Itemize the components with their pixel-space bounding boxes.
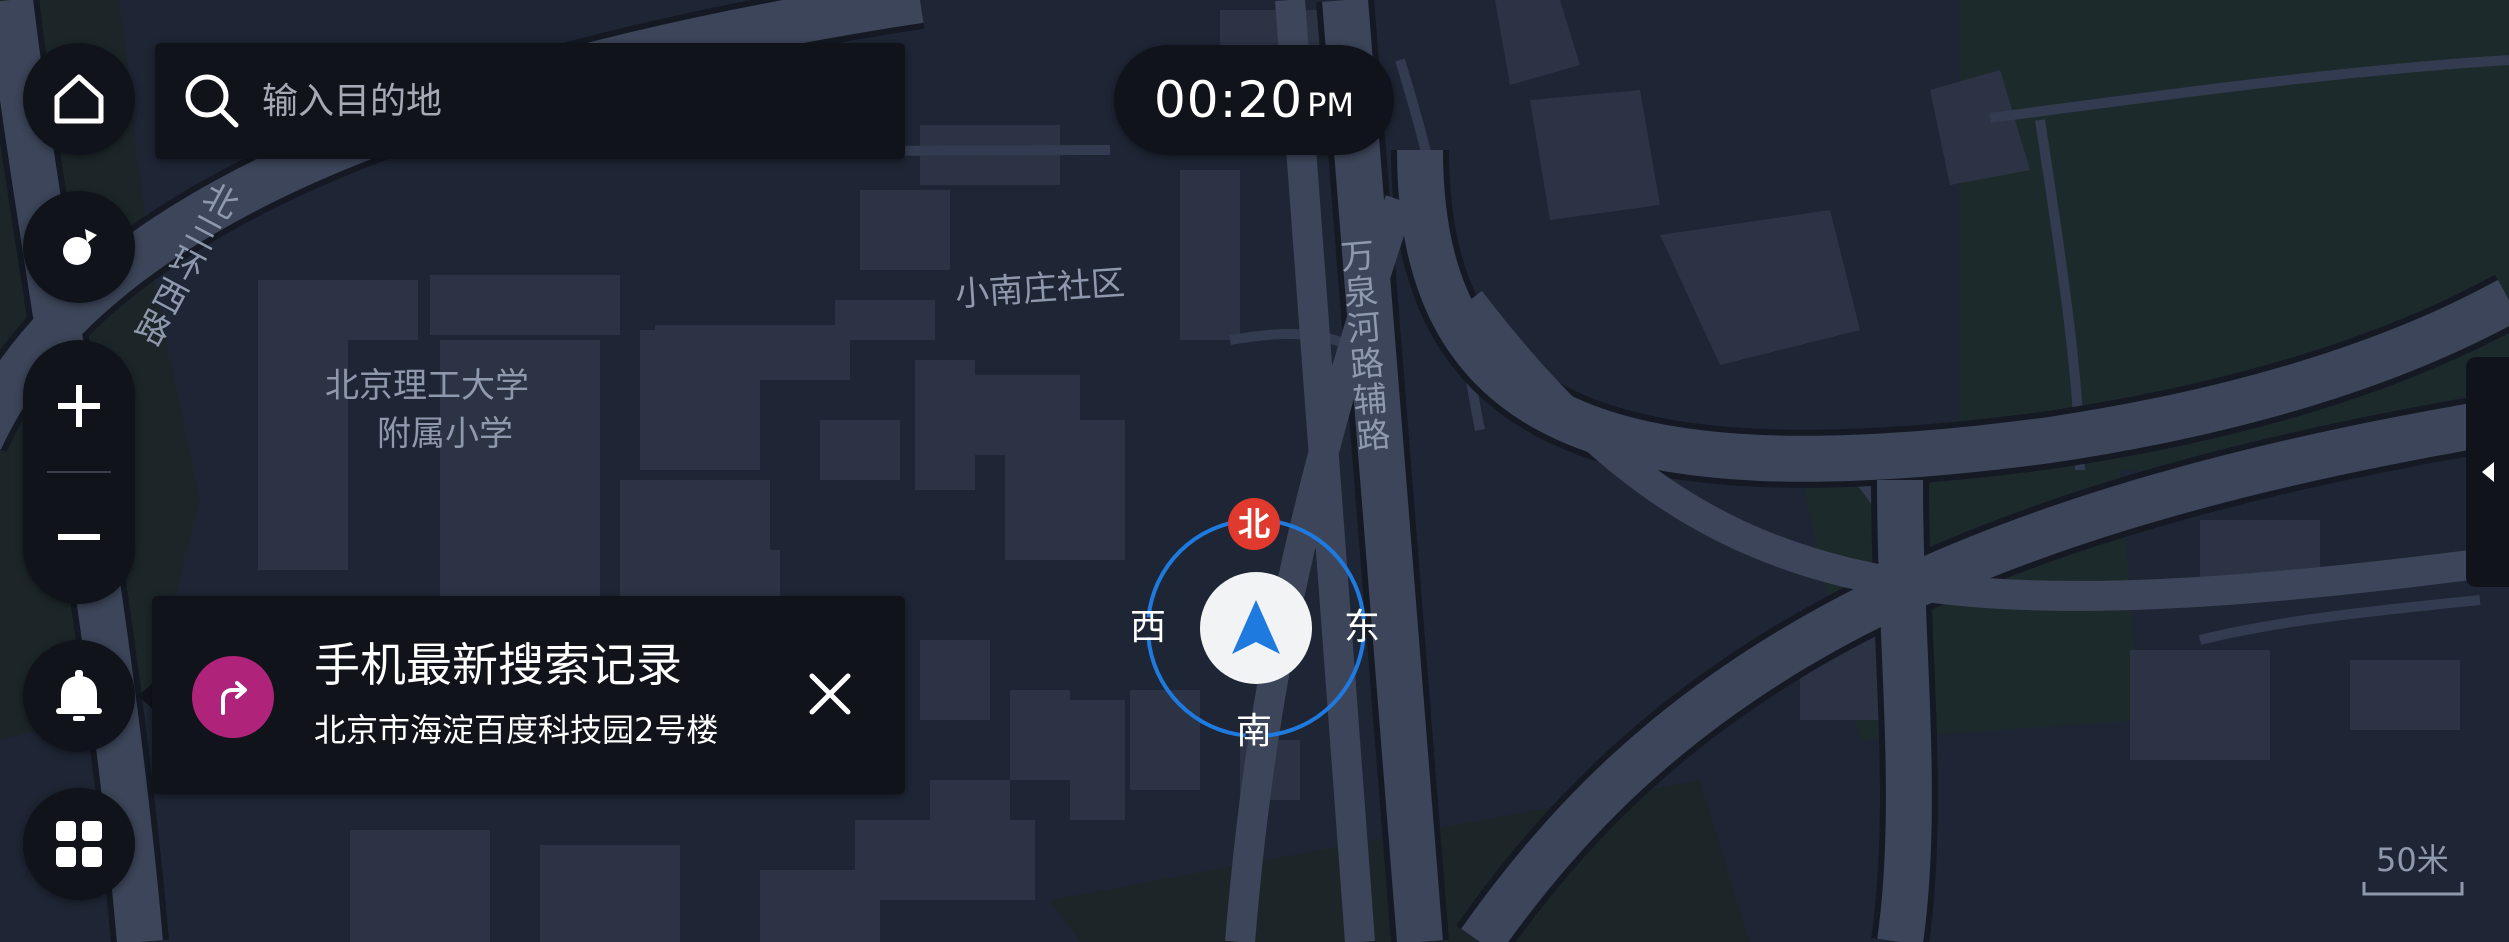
minus-icon xyxy=(58,534,100,540)
triangle-left-icon xyxy=(2481,462,2494,482)
side-panel-toggle[interactable] xyxy=(2466,357,2509,587)
location-button[interactable] xyxy=(23,191,135,303)
home-icon xyxy=(54,74,104,124)
clock-ampm: PM xyxy=(1307,86,1354,124)
scale-bar xyxy=(2362,882,2464,896)
scale-label: 50米 xyxy=(2376,841,2449,879)
compass-south: 南 xyxy=(1236,711,1273,752)
zoom-in-button[interactable] xyxy=(23,345,135,467)
recent-search-title: 手机最新搜索记录 xyxy=(314,638,682,692)
map-label-school-line2: 附属小学 xyxy=(377,414,513,454)
search-bar[interactable] xyxy=(155,43,905,159)
grid-icon xyxy=(56,821,102,867)
recent-search-address[interactable]: 北京市海淀百度科技园2号楼 xyxy=(314,708,718,752)
navigation-arrow-icon xyxy=(1232,600,1280,654)
bell-icon xyxy=(56,670,102,721)
compass-west: 西 xyxy=(1130,607,1167,648)
zoom-out-button[interactable] xyxy=(23,476,135,598)
destination-input[interactable] xyxy=(260,79,824,123)
plus-icon xyxy=(58,385,100,427)
compass[interactable]: 北 西 东 南 xyxy=(1130,498,1381,752)
map-label-school: 北京理工大学 附属小学 xyxy=(325,362,529,458)
clock: 00:20 PM xyxy=(1114,45,1394,155)
navigation-screen: 北京理工大学 附属小学 小南庄社区 北三环西路 万泉河路辅路 输入目的地 00:… xyxy=(0,0,2509,942)
zoom-control xyxy=(23,340,135,604)
turn-right-icon xyxy=(192,656,274,738)
close-card-button[interactable] xyxy=(802,666,858,722)
map-label-school-line1: 北京理工大学 xyxy=(325,366,529,406)
apps-button[interactable] xyxy=(23,788,135,900)
close-icon xyxy=(809,673,851,715)
zoom-divider xyxy=(47,471,111,473)
recent-search-card[interactable]: 手机最新搜索记录 北京市海淀百度科技园2号楼 xyxy=(152,596,905,794)
search-icon xyxy=(185,74,239,128)
current-position-marker xyxy=(1200,572,1312,684)
compass-north: 北 xyxy=(1228,498,1280,550)
notification-button[interactable] xyxy=(23,640,135,752)
location-icon xyxy=(63,229,97,265)
clock-time: 00:20 xyxy=(1154,71,1304,129)
compass-east: 东 xyxy=(1344,607,1381,648)
home-button[interactable] xyxy=(23,43,135,155)
